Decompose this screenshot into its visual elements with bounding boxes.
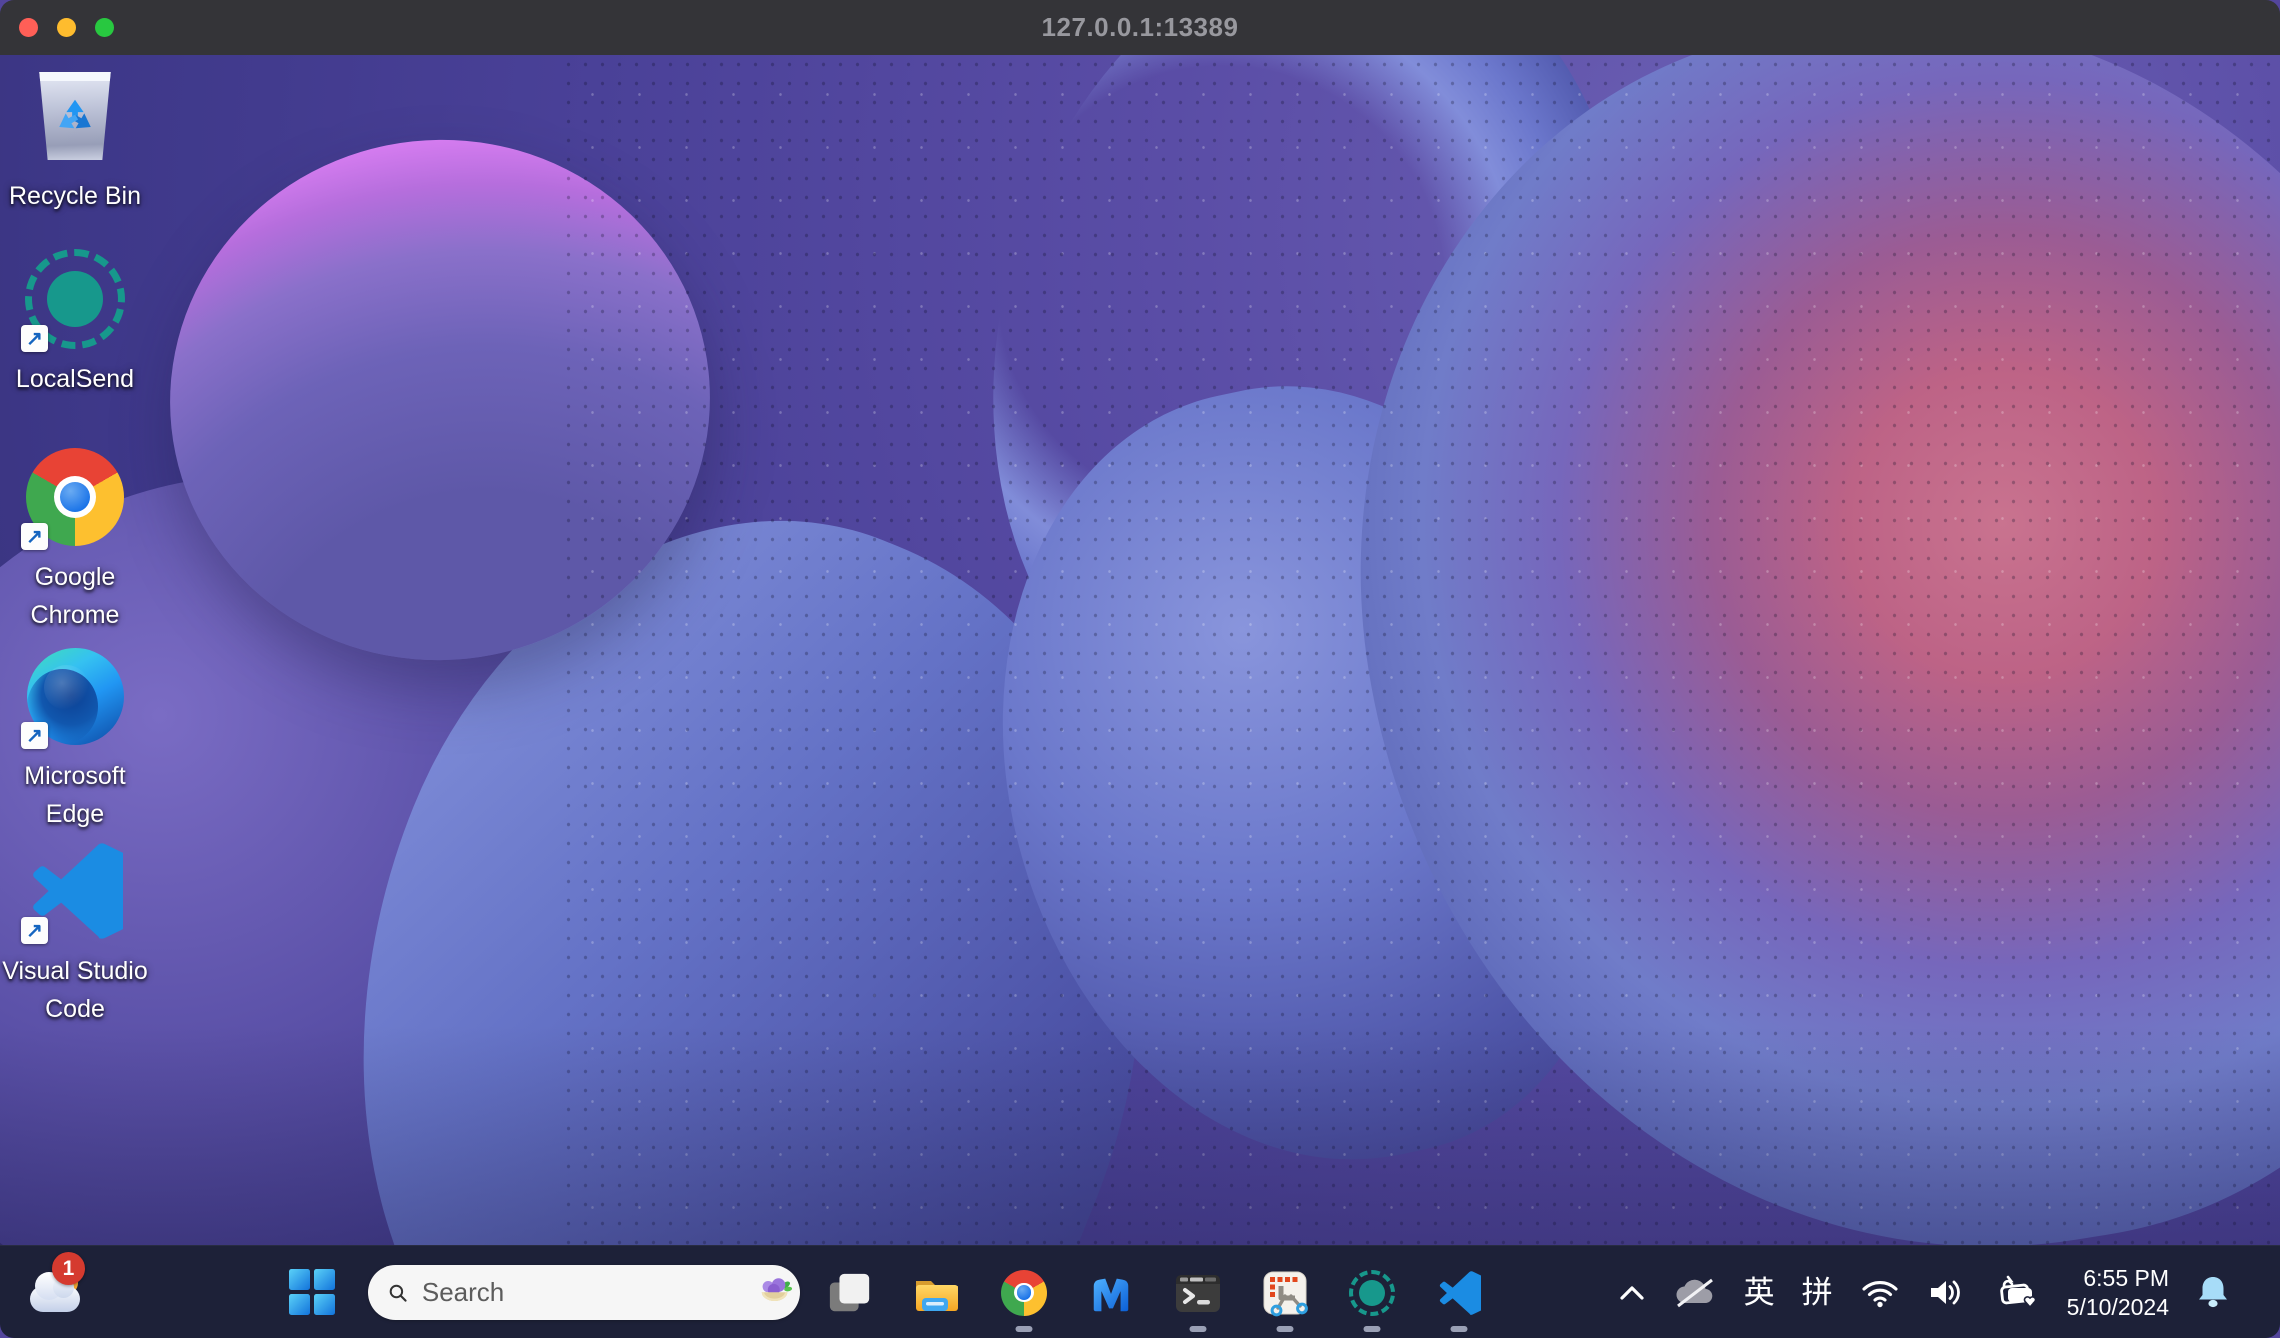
speaker-icon — [1927, 1276, 1967, 1309]
shortcut-arrow-icon: ↗ — [21, 917, 48, 944]
shortcut-arrow-icon: ↗ — [21, 523, 48, 550]
start-button[interactable] — [288, 1268, 336, 1316]
notification-count-badge: 1 — [52, 1252, 85, 1285]
tray-chevron-up-button[interactable] — [1618, 1284, 1646, 1302]
taskbar-terminal-button[interactable] — [1174, 1246, 1222, 1338]
shortcut-arrow-icon: ↗ — [21, 722, 48, 749]
search-icon — [388, 1280, 408, 1306]
system-tray: 英 拼 — [1618, 1246, 2280, 1338]
close-button[interactable] — [19, 18, 38, 37]
desktop-icon-label: Recycle Bin — [0, 177, 150, 215]
desktop-icon-recycle-bin[interactable]: Recycle Bin — [0, 65, 150, 215]
bell-icon — [2196, 1274, 2230, 1311]
tray-notification-bell-button[interactable] — [2196, 1274, 2230, 1311]
taskbar-vscode-button[interactable] — [1435, 1246, 1483, 1338]
zoom-button[interactable] — [95, 18, 114, 37]
task-view-icon — [827, 1270, 873, 1316]
tray-media-sync-button[interactable] — [1994, 1274, 2040, 1312]
desktop[interactable]: Recycle Bin ↗ LocalSend ↗ Google Chrome — [0, 55, 2280, 1245]
tray-ime-pinyin-button[interactable]: 拼 — [1802, 1277, 1833, 1308]
taskbar-localsend-button[interactable] — [1348, 1246, 1396, 1338]
terminal-icon — [1174, 1269, 1222, 1317]
desktop-icon-microsoft-edge[interactable]: ↗ Microsoft Edge — [0, 645, 150, 833]
file-explorer-icon — [913, 1269, 961, 1317]
window-title: 127.0.0.1:13389 — [1042, 12, 1239, 43]
taskbar-snipping-tool-button[interactable] — [1261, 1246, 1309, 1338]
desktop-icon-label: LocalSend — [0, 360, 150, 398]
tray-date: 5/10/2024 — [2067, 1293, 2169, 1322]
tray-volume-button[interactable] — [1927, 1276, 1967, 1309]
desktop-icon-google-chrome[interactable]: ↗ Google Chrome — [0, 446, 150, 634]
vscode-icon — [1437, 1271, 1481, 1315]
desktop-icon-label: Microsoft Edge — [0, 757, 150, 833]
window-titlebar[interactable]: 127.0.0.1:13389 — [0, 0, 2280, 55]
taskbar: 1 — [0, 1245, 2280, 1338]
shortcut-arrow-icon: ↗ — [21, 325, 48, 352]
cloud-offline-icon — [1673, 1277, 1717, 1309]
chevron-up-icon — [1618, 1284, 1646, 1302]
desktop-icon-label: Visual Studio Code — [0, 952, 150, 1028]
taskbar-search-box[interactable] — [368, 1265, 800, 1320]
taskbar-file-explorer-button[interactable] — [913, 1246, 961, 1338]
desktop-icon-visual-studio-code[interactable]: ↗ Visual Studio Code — [0, 840, 150, 1028]
recycle-bin-icon — [37, 72, 113, 160]
tray-wifi-button[interactable] — [1860, 1277, 1900, 1308]
desktop-icon-label: Google Chrome — [0, 558, 150, 634]
taskbar-m-app-button[interactable] — [1087, 1246, 1135, 1338]
widgets-weather-button[interactable]: 1 — [22, 1258, 92, 1328]
snipping-tool-icon — [1261, 1269, 1309, 1317]
taskbar-chrome-button[interactable] — [1000, 1246, 1048, 1338]
tray-clock[interactable]: 6:55 PM 5/10/2024 — [2067, 1264, 2169, 1322]
search-input[interactable] — [422, 1277, 757, 1308]
windows-start-icon — [288, 1268, 336, 1316]
remote-desktop-window: 127.0.0.1:13389 — [0, 0, 2280, 1338]
desktop-icon-localsend[interactable]: ↗ LocalSend — [0, 248, 150, 398]
tray-time: 6:55 PM — [2067, 1264, 2169, 1293]
m-app-icon — [1088, 1270, 1134, 1316]
taskbar-app-row — [826, 1246, 1483, 1338]
weather-cloud-icon — [30, 1286, 80, 1312]
window-controls — [19, 0, 114, 55]
chrome-icon — [1001, 1270, 1047, 1316]
taskbar-task-view-button[interactable] — [826, 1246, 874, 1338]
wifi-icon — [1860, 1277, 1900, 1308]
minimize-button[interactable] — [57, 18, 76, 37]
localsend-icon — [1349, 1270, 1395, 1316]
tray-onedrive-button[interactable] — [1673, 1277, 1717, 1309]
search-daily-image — [757, 1270, 792, 1316]
wallpaper-vignette — [0, 1025, 2280, 1245]
media-sync-heart-icon — [1994, 1274, 2040, 1312]
tray-ime-language-button[interactable]: 英 — [1744, 1277, 1775, 1308]
